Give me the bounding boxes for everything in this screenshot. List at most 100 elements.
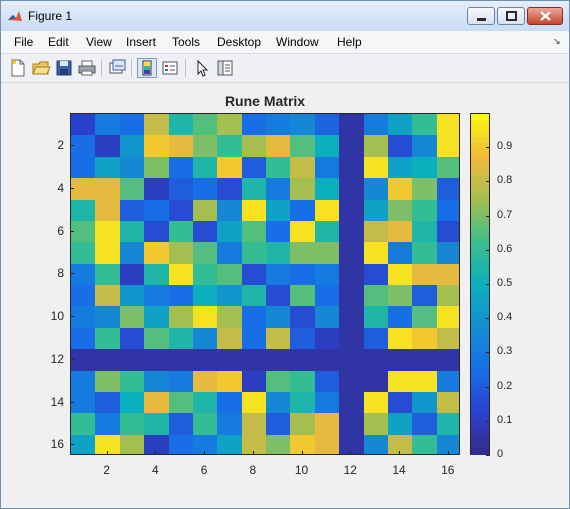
close-icon [540, 11, 551, 21]
heatmap-cell [266, 263, 291, 286]
colorbar-tick-label: 0 [497, 448, 504, 460]
heatmap-cell [241, 327, 267, 350]
heatmap-cell [119, 434, 145, 454]
heatmap-cell [339, 135, 364, 158]
heatmap-cell [95, 220, 121, 243]
heatmap-cell [95, 135, 121, 158]
heatmap-cell [387, 306, 413, 329]
heatmap-cell [217, 349, 243, 371]
heatmap-cell [241, 285, 267, 307]
heatmap-cell [412, 285, 438, 307]
menu-window[interactable]: Window [276, 35, 319, 49]
heatmap-cell [144, 178, 169, 200]
heatmap-cell [363, 306, 389, 329]
heatmap-cell [339, 263, 364, 286]
menu-view[interactable]: View [86, 35, 112, 49]
heatmap-cell [192, 413, 218, 436]
edit-plot-icon[interactable] [192, 58, 212, 78]
heatmap-cell [119, 242, 145, 265]
heatmap-cell [192, 220, 218, 243]
heatmap-cell [95, 199, 121, 222]
heatmap-cell [241, 178, 267, 200]
heatmap-cell [217, 263, 243, 286]
heatmap-cell [241, 306, 267, 329]
heatmap-cell [217, 114, 243, 136]
colorbar-tick-mark [486, 352, 490, 354]
heatmap-cell [71, 178, 96, 200]
menu-overflow-arrow-icon[interactable]: ↘ [553, 36, 561, 47]
heatmap-cell [168, 434, 194, 454]
property-inspector-icon[interactable] [215, 58, 235, 78]
close-button[interactable] [527, 7, 563, 25]
title-bar[interactable]: Figure 1 [1, 1, 569, 31]
heatmap-cell [412, 178, 438, 200]
heatmap-cell [71, 220, 96, 243]
colorbar-tick-mark [486, 215, 490, 217]
heatmap-cell [387, 349, 413, 371]
save-icon[interactable] [54, 58, 74, 78]
heatmap-cell [95, 242, 121, 265]
heatmap-cell [363, 242, 389, 265]
heatmap-cell [412, 306, 438, 329]
heatmap-cell [168, 306, 194, 329]
heatmap-cell [314, 263, 340, 286]
heatmap-cell [290, 285, 316, 307]
heatmap-cell [363, 220, 389, 243]
minimize-button[interactable] [467, 7, 495, 25]
heatmap-cell [71, 434, 96, 454]
heatmap-cell [119, 413, 145, 436]
heatmap-cell [412, 263, 438, 286]
colorbar-tick-mark [486, 181, 490, 183]
menu-insert[interactable]: Insert [126, 35, 156, 49]
figure-toolbar [1, 53, 569, 83]
heatmap-cell [266, 242, 291, 265]
menu-edit[interactable]: Edit [48, 35, 69, 49]
x-tick-label: 12 [343, 463, 357, 477]
heatmap-cell [290, 220, 316, 243]
heatmap-cell [192, 178, 218, 200]
heatmap-cell [436, 199, 459, 222]
heatmap-cell [363, 349, 389, 371]
heatmap-cell [241, 114, 267, 136]
insert-colorbar-icon[interactable] [137, 58, 157, 78]
heatmap-cell [266, 199, 291, 222]
maximize-button[interactable] [497, 7, 525, 25]
heatmap-cell [217, 178, 243, 200]
heatmap-cell [290, 178, 316, 200]
heatmap-cell [241, 434, 267, 454]
insert-legend-icon[interactable] [160, 58, 180, 78]
menu-help[interactable]: Help [337, 35, 362, 49]
heatmap-cell [412, 413, 438, 436]
heatmap-cell [290, 391, 316, 414]
print-icon[interactable] [77, 58, 97, 78]
heatmap-cell [387, 263, 413, 286]
y-tick-mark [70, 145, 74, 147]
heatmap-cell [412, 327, 438, 350]
menu-tools[interactable]: Tools [172, 35, 200, 49]
heatmap-cell [266, 349, 291, 371]
new-figure-icon[interactable] [8, 58, 28, 78]
menu-desktop[interactable]: Desktop [217, 35, 261, 49]
heatmap-cell [266, 413, 291, 436]
menu-file[interactable]: File [14, 35, 33, 49]
heatmap-cell [387, 156, 413, 179]
x-tick-mark [252, 451, 254, 455]
menu-bar: File Edit View Insert Tools Desktop Wind… [1, 31, 569, 53]
link-plot-icon[interactable] [107, 58, 127, 78]
heatmap-cell [436, 413, 459, 436]
heatmap-axes[interactable] [70, 113, 460, 455]
heatmap-cell [266, 434, 291, 454]
y-tick-label: 6 [57, 223, 64, 238]
x-tick-label: 2 [103, 463, 110, 477]
heatmap-cell [144, 114, 169, 136]
heatmap-cell [290, 327, 316, 350]
heatmap-cell [95, 434, 121, 454]
heatmap-cell [168, 391, 194, 414]
heatmap-cell [71, 135, 96, 158]
heatmap-cell [241, 220, 267, 243]
heatmap-cell [387, 220, 413, 243]
heatmap-cell [144, 263, 169, 286]
open-file-icon[interactable] [31, 58, 51, 78]
heatmap-cell [436, 349, 459, 371]
heatmap-cell [192, 156, 218, 179]
